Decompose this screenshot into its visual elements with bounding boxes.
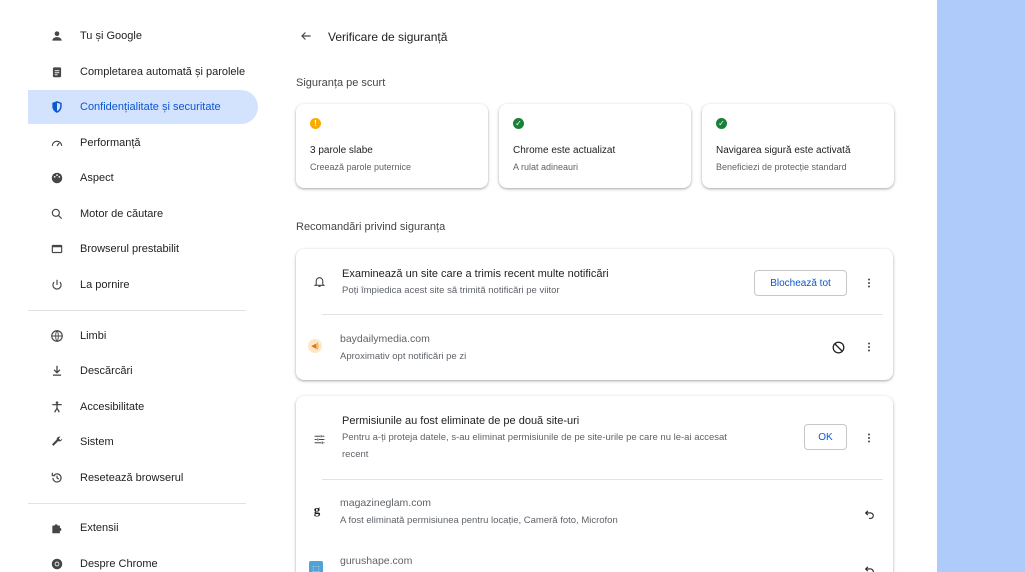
block-all-button[interactable]: Blochează tot <box>754 270 847 296</box>
notifications-title: Examinează un site care a trimis recent … <box>342 268 609 280</box>
sidebar-item-label: Extensii <box>80 522 119 534</box>
status-card-passwords[interactable]: ! 3 parole slabe Creează parole puternic… <box>296 104 488 188</box>
main-content: Verificare de siguranță Siguranța pe scu… <box>270 0 937 572</box>
site-description: Aproximativ opt notificări pe zi <box>340 351 467 362</box>
check-circle-icon: ✓ <box>716 118 727 129</box>
tune-icon <box>312 432 326 446</box>
more-vert-icon[interactable] <box>861 275 877 291</box>
status-card-subtitle: Beneficiezi de protecție standard <box>716 162 847 172</box>
sidebar-item-label: Accesibilitate <box>80 401 145 413</box>
browser-icon <box>50 242 64 256</box>
sidebar-item-label: Confidențialitate și securitate <box>80 101 221 113</box>
permissions-title: Permisiunile au fost eliminate de pe dou… <box>342 415 580 427</box>
undo-icon[interactable] <box>861 561 877 572</box>
card-divider <box>322 314 883 315</box>
reset-icon <box>50 471 64 485</box>
sidebar-item-label: Sistem <box>80 436 114 448</box>
summary-section-title: Siguranța pe scurt <box>296 77 386 89</box>
sidebar-item-label: Limbi <box>80 330 107 342</box>
download-icon <box>50 364 64 378</box>
undo-icon[interactable] <box>861 505 877 521</box>
sidebar-item-label: Browserul prestabilit <box>80 243 180 255</box>
site-favicon-icon: g <box>313 502 321 517</box>
card-divider <box>322 479 883 480</box>
site-name: magazineglam.com <box>340 497 432 509</box>
sidebar-item-label: Resetează browserul <box>80 472 184 484</box>
accessibility-icon <box>50 400 64 414</box>
search-icon <box>50 207 64 221</box>
site-description: A fost eliminată permisiunea pentru loca… <box>340 515 618 526</box>
sidebar-item-languages[interactable]: Limbi <box>28 319 258 353</box>
sidebar-item-you-and-google[interactable]: Tu și Google <box>28 19 258 53</box>
permissions-card: Permisiunile au fost eliminate de pe dou… <box>296 396 893 572</box>
sidebar-item-about-chrome[interactable]: Despre Chrome <box>28 547 258 572</box>
status-card-safe-browsing[interactable]: ✓ Navigarea sigură este activată Benefic… <box>702 104 894 188</box>
sidebar-divider <box>28 503 246 504</box>
notifications-subtitle: Poți împiedica acest site să trimită not… <box>342 285 560 296</box>
sidebar-divider <box>28 310 246 311</box>
permissions-subtitle: Pentru a-ți proteja datele, s-au elimina… <box>342 432 727 443</box>
sidebar-item-label: Completarea automată și parolele <box>80 66 246 78</box>
site-favicon-icon: ⬚ <box>309 561 323 572</box>
notifications-card: Examinează un site care a trimis recent … <box>296 249 893 380</box>
sidebar-item-label: Aspect <box>80 172 114 184</box>
page-title: Verificare de siguranță <box>328 30 448 44</box>
palette-icon <box>50 171 64 185</box>
block-icon[interactable] <box>830 339 846 355</box>
back-arrow-icon[interactable] <box>296 26 316 46</box>
sidebar-item-reset[interactable]: Resetează browserul <box>28 461 258 495</box>
status-card-subtitle: A rulat adineauri <box>513 162 579 172</box>
ok-button[interactable]: OK <box>804 424 847 450</box>
sidebar-item-search-engine[interactable]: Motor de căutare <box>28 197 258 231</box>
sidebar-item-autofill[interactable]: Completarea automată și parolele <box>28 55 258 89</box>
site-name: baydailymedia.com <box>340 333 430 345</box>
sidebar: Tu și Google Completarea automată și par… <box>0 0 270 572</box>
sidebar-item-label: Tu și Google <box>80 30 142 42</box>
site-name: gurushape.com <box>340 555 413 567</box>
permissions-subtitle-cont: recent <box>342 449 369 460</box>
sidebar-item-label: La pornire <box>80 279 130 291</box>
sidebar-item-default-browser[interactable]: Browserul prestabilit <box>28 232 258 266</box>
sidebar-item-system[interactable]: Sistem <box>28 425 258 459</box>
sidebar-item-accessibility[interactable]: Accesibilitate <box>28 390 258 424</box>
wrench-icon <box>50 435 64 449</box>
sidebar-item-on-startup[interactable]: La pornire <box>28 268 258 302</box>
status-card-title: 3 parole slabe <box>310 145 373 156</box>
warning-icon: ! <box>310 118 321 129</box>
clipboard-icon <box>50 65 64 79</box>
sidebar-item-appearance[interactable]: Aspect <box>28 161 258 195</box>
sidebar-item-extensions[interactable]: Extensii <box>28 511 258 545</box>
recommendations-section-title: Recomandări privind siguranța <box>296 221 446 233</box>
status-card-title: Navigarea sigură este activată <box>716 145 851 156</box>
sidebar-item-privacy[interactable]: Confidențialitate și securitate <box>28 90 258 124</box>
bell-icon <box>312 274 326 288</box>
more-vert-icon[interactable] <box>861 339 877 355</box>
more-vert-icon[interactable] <box>861 430 877 446</box>
status-card-subtitle: Creează parole puternice <box>310 162 412 172</box>
power-icon <box>50 278 64 292</box>
check-circle-icon: ✓ <box>513 118 524 129</box>
chrome-icon <box>50 557 64 571</box>
status-card-title: Chrome este actualizat <box>513 145 616 156</box>
side-panel-background <box>937 0 1025 572</box>
person-icon <box>50 29 64 43</box>
status-card-updates[interactable]: ✓ Chrome este actualizat A rulat adineau… <box>499 104 691 188</box>
globe-icon <box>50 329 64 343</box>
sidebar-item-label: Descărcări <box>80 365 133 377</box>
speedometer-icon <box>50 136 64 150</box>
sidebar-item-label: Motor de căutare <box>80 208 164 220</box>
shield-icon <box>50 100 64 114</box>
sidebar-item-label: Performanță <box>80 137 141 149</box>
sidebar-item-downloads[interactable]: Descărcări <box>28 354 258 388</box>
site-favicon-icon: ◀) <box>308 339 322 353</box>
sidebar-item-performance[interactable]: Performanță <box>28 126 258 160</box>
puzzle-icon <box>50 521 64 535</box>
sidebar-item-label: Despre Chrome <box>80 558 158 570</box>
